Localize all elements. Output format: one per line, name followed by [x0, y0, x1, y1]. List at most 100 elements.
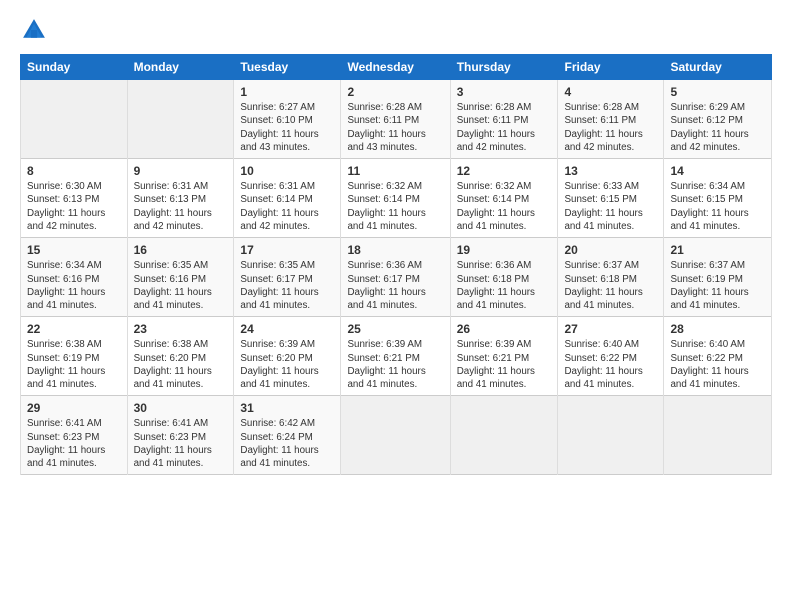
- day-info: Sunrise: 6:32 AMSunset: 6:14 PMDaylight:…: [457, 180, 552, 233]
- calendar-cell: 25Sunrise: 6:39 AMSunset: 6:21 PMDayligh…: [341, 317, 450, 396]
- calendar-cell: [450, 396, 558, 475]
- day-info: Sunrise: 6:34 AMSunset: 6:16 PMDaylight:…: [27, 259, 121, 312]
- day-number: 19: [457, 242, 552, 258]
- day-number: 21: [670, 242, 765, 258]
- calendar-cell: 12Sunrise: 6:32 AMSunset: 6:14 PMDayligh…: [450, 159, 558, 238]
- calendar-cell: 18Sunrise: 6:36 AMSunset: 6:17 PMDayligh…: [341, 238, 450, 317]
- col-header-monday: Monday: [127, 55, 234, 80]
- calendar-cell: 15Sunrise: 6:34 AMSunset: 6:16 PMDayligh…: [21, 238, 128, 317]
- day-info: Sunrise: 6:42 AMSunset: 6:24 PMDaylight:…: [240, 417, 334, 470]
- day-info: Sunrise: 6:30 AMSunset: 6:13 PMDaylight:…: [27, 180, 121, 233]
- calendar-cell: 10Sunrise: 6:31 AMSunset: 6:14 PMDayligh…: [234, 159, 341, 238]
- page: SundayMondayTuesdayWednesdayThursdayFrid…: [0, 0, 792, 612]
- day-number: 14: [670, 163, 765, 179]
- calendar-cell: [558, 396, 664, 475]
- day-number: 29: [27, 400, 121, 416]
- calendar-cell: 9Sunrise: 6:31 AMSunset: 6:13 PMDaylight…: [127, 159, 234, 238]
- day-info: Sunrise: 6:41 AMSunset: 6:23 PMDaylight:…: [27, 417, 121, 470]
- day-info: Sunrise: 6:31 AMSunset: 6:13 PMDaylight:…: [134, 180, 228, 233]
- day-info: Sunrise: 6:39 AMSunset: 6:21 PMDaylight:…: [347, 338, 443, 391]
- day-number: 3: [457, 84, 552, 100]
- day-info: Sunrise: 6:28 AMSunset: 6:11 PMDaylight:…: [347, 101, 443, 154]
- day-number: 1: [240, 84, 334, 100]
- day-info: Sunrise: 6:39 AMSunset: 6:21 PMDaylight:…: [457, 338, 552, 391]
- calendar-cell: [21, 80, 128, 159]
- day-info: Sunrise: 6:35 AMSunset: 6:16 PMDaylight:…: [134, 259, 228, 312]
- day-number: 9: [134, 163, 228, 179]
- day-number: 28: [670, 321, 765, 337]
- day-info: Sunrise: 6:37 AMSunset: 6:19 PMDaylight:…: [670, 259, 765, 312]
- calendar-cell: 20Sunrise: 6:37 AMSunset: 6:18 PMDayligh…: [558, 238, 664, 317]
- calendar-cell: [664, 396, 772, 475]
- calendar-cell: 27Sunrise: 6:40 AMSunset: 6:22 PMDayligh…: [558, 317, 664, 396]
- day-info: Sunrise: 6:32 AMSunset: 6:14 PMDaylight:…: [347, 180, 443, 233]
- day-number: 24: [240, 321, 334, 337]
- week-row-2: 8Sunrise: 6:30 AMSunset: 6:13 PMDaylight…: [21, 159, 772, 238]
- calendar-cell: 29Sunrise: 6:41 AMSunset: 6:23 PMDayligh…: [21, 396, 128, 475]
- calendar-cell: 28Sunrise: 6:40 AMSunset: 6:22 PMDayligh…: [664, 317, 772, 396]
- day-number: 20: [564, 242, 657, 258]
- day-number: 11: [347, 163, 443, 179]
- week-row-3: 15Sunrise: 6:34 AMSunset: 6:16 PMDayligh…: [21, 238, 772, 317]
- calendar-cell: 19Sunrise: 6:36 AMSunset: 6:18 PMDayligh…: [450, 238, 558, 317]
- day-info: Sunrise: 6:40 AMSunset: 6:22 PMDaylight:…: [564, 338, 657, 391]
- day-info: Sunrise: 6:40 AMSunset: 6:22 PMDaylight:…: [670, 338, 765, 391]
- calendar-cell: 13Sunrise: 6:33 AMSunset: 6:15 PMDayligh…: [558, 159, 664, 238]
- calendar-header-row: SundayMondayTuesdayWednesdayThursdayFrid…: [21, 55, 772, 80]
- calendar-cell: 2Sunrise: 6:28 AMSunset: 6:11 PMDaylight…: [341, 80, 450, 159]
- day-number: 18: [347, 242, 443, 258]
- calendar-cell: 31Sunrise: 6:42 AMSunset: 6:24 PMDayligh…: [234, 396, 341, 475]
- col-header-friday: Friday: [558, 55, 664, 80]
- calendar-cell: 21Sunrise: 6:37 AMSunset: 6:19 PMDayligh…: [664, 238, 772, 317]
- col-header-saturday: Saturday: [664, 55, 772, 80]
- col-header-tuesday: Tuesday: [234, 55, 341, 80]
- day-number: 12: [457, 163, 552, 179]
- day-info: Sunrise: 6:27 AMSunset: 6:10 PMDaylight:…: [240, 101, 334, 154]
- col-header-wednesday: Wednesday: [341, 55, 450, 80]
- calendar-cell: 17Sunrise: 6:35 AMSunset: 6:17 PMDayligh…: [234, 238, 341, 317]
- calendar-cell: 3Sunrise: 6:28 AMSunset: 6:11 PMDaylight…: [450, 80, 558, 159]
- day-number: 2: [347, 84, 443, 100]
- day-info: Sunrise: 6:36 AMSunset: 6:17 PMDaylight:…: [347, 259, 443, 312]
- day-number: 27: [564, 321, 657, 337]
- day-number: 25: [347, 321, 443, 337]
- day-info: Sunrise: 6:39 AMSunset: 6:20 PMDaylight:…: [240, 338, 334, 391]
- day-info: Sunrise: 6:31 AMSunset: 6:14 PMDaylight:…: [240, 180, 334, 233]
- col-header-sunday: Sunday: [21, 55, 128, 80]
- logo-icon: [20, 16, 48, 44]
- day-number: 23: [134, 321, 228, 337]
- calendar-cell: 5Sunrise: 6:29 AMSunset: 6:12 PMDaylight…: [664, 80, 772, 159]
- week-row-1: 1Sunrise: 6:27 AMSunset: 6:10 PMDaylight…: [21, 80, 772, 159]
- day-number: 15: [27, 242, 121, 258]
- day-info: Sunrise: 6:38 AMSunset: 6:19 PMDaylight:…: [27, 338, 121, 391]
- day-info: Sunrise: 6:34 AMSunset: 6:15 PMDaylight:…: [670, 180, 765, 233]
- calendar-cell: [341, 396, 450, 475]
- day-number: 10: [240, 163, 334, 179]
- col-header-thursday: Thursday: [450, 55, 558, 80]
- day-info: Sunrise: 6:36 AMSunset: 6:18 PMDaylight:…: [457, 259, 552, 312]
- day-info: Sunrise: 6:28 AMSunset: 6:11 PMDaylight:…: [457, 101, 552, 154]
- calendar: SundayMondayTuesdayWednesdayThursdayFrid…: [20, 54, 772, 475]
- calendar-cell: [127, 80, 234, 159]
- day-info: Sunrise: 6:33 AMSunset: 6:15 PMDaylight:…: [564, 180, 657, 233]
- day-number: 16: [134, 242, 228, 258]
- day-number: 22: [27, 321, 121, 337]
- day-info: Sunrise: 6:37 AMSunset: 6:18 PMDaylight:…: [564, 259, 657, 312]
- calendar-cell: 16Sunrise: 6:35 AMSunset: 6:16 PMDayligh…: [127, 238, 234, 317]
- header: [20, 16, 772, 44]
- calendar-cell: 24Sunrise: 6:39 AMSunset: 6:20 PMDayligh…: [234, 317, 341, 396]
- calendar-cell: 4Sunrise: 6:28 AMSunset: 6:11 PMDaylight…: [558, 80, 664, 159]
- day-info: Sunrise: 6:38 AMSunset: 6:20 PMDaylight:…: [134, 338, 228, 391]
- day-number: 30: [134, 400, 228, 416]
- day-number: 5: [670, 84, 765, 100]
- day-info: Sunrise: 6:41 AMSunset: 6:23 PMDaylight:…: [134, 417, 228, 470]
- week-row-5: 29Sunrise: 6:41 AMSunset: 6:23 PMDayligh…: [21, 396, 772, 475]
- day-number: 31: [240, 400, 334, 416]
- calendar-cell: 23Sunrise: 6:38 AMSunset: 6:20 PMDayligh…: [127, 317, 234, 396]
- calendar-cell: 14Sunrise: 6:34 AMSunset: 6:15 PMDayligh…: [664, 159, 772, 238]
- day-number: 13: [564, 163, 657, 179]
- day-number: 17: [240, 242, 334, 258]
- day-number: 26: [457, 321, 552, 337]
- day-info: Sunrise: 6:28 AMSunset: 6:11 PMDaylight:…: [564, 101, 657, 154]
- calendar-cell: 1Sunrise: 6:27 AMSunset: 6:10 PMDaylight…: [234, 80, 341, 159]
